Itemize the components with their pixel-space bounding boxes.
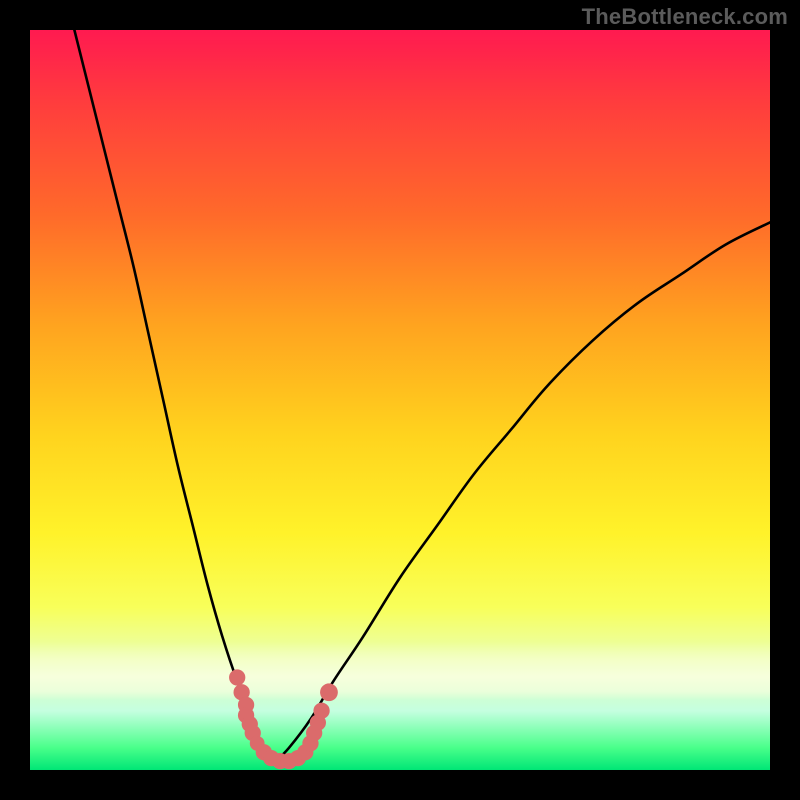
marker-dot (313, 703, 329, 719)
chart-frame: TheBottleneck.com (0, 0, 800, 800)
right-curve (274, 222, 770, 762)
watermark-text: TheBottleneck.com (582, 4, 788, 30)
plot-area (30, 30, 770, 770)
marker-cluster (229, 669, 338, 769)
marker-dot (320, 683, 338, 701)
left-curve (74, 30, 274, 763)
curves-svg (30, 30, 770, 770)
marker-dot (229, 669, 245, 685)
